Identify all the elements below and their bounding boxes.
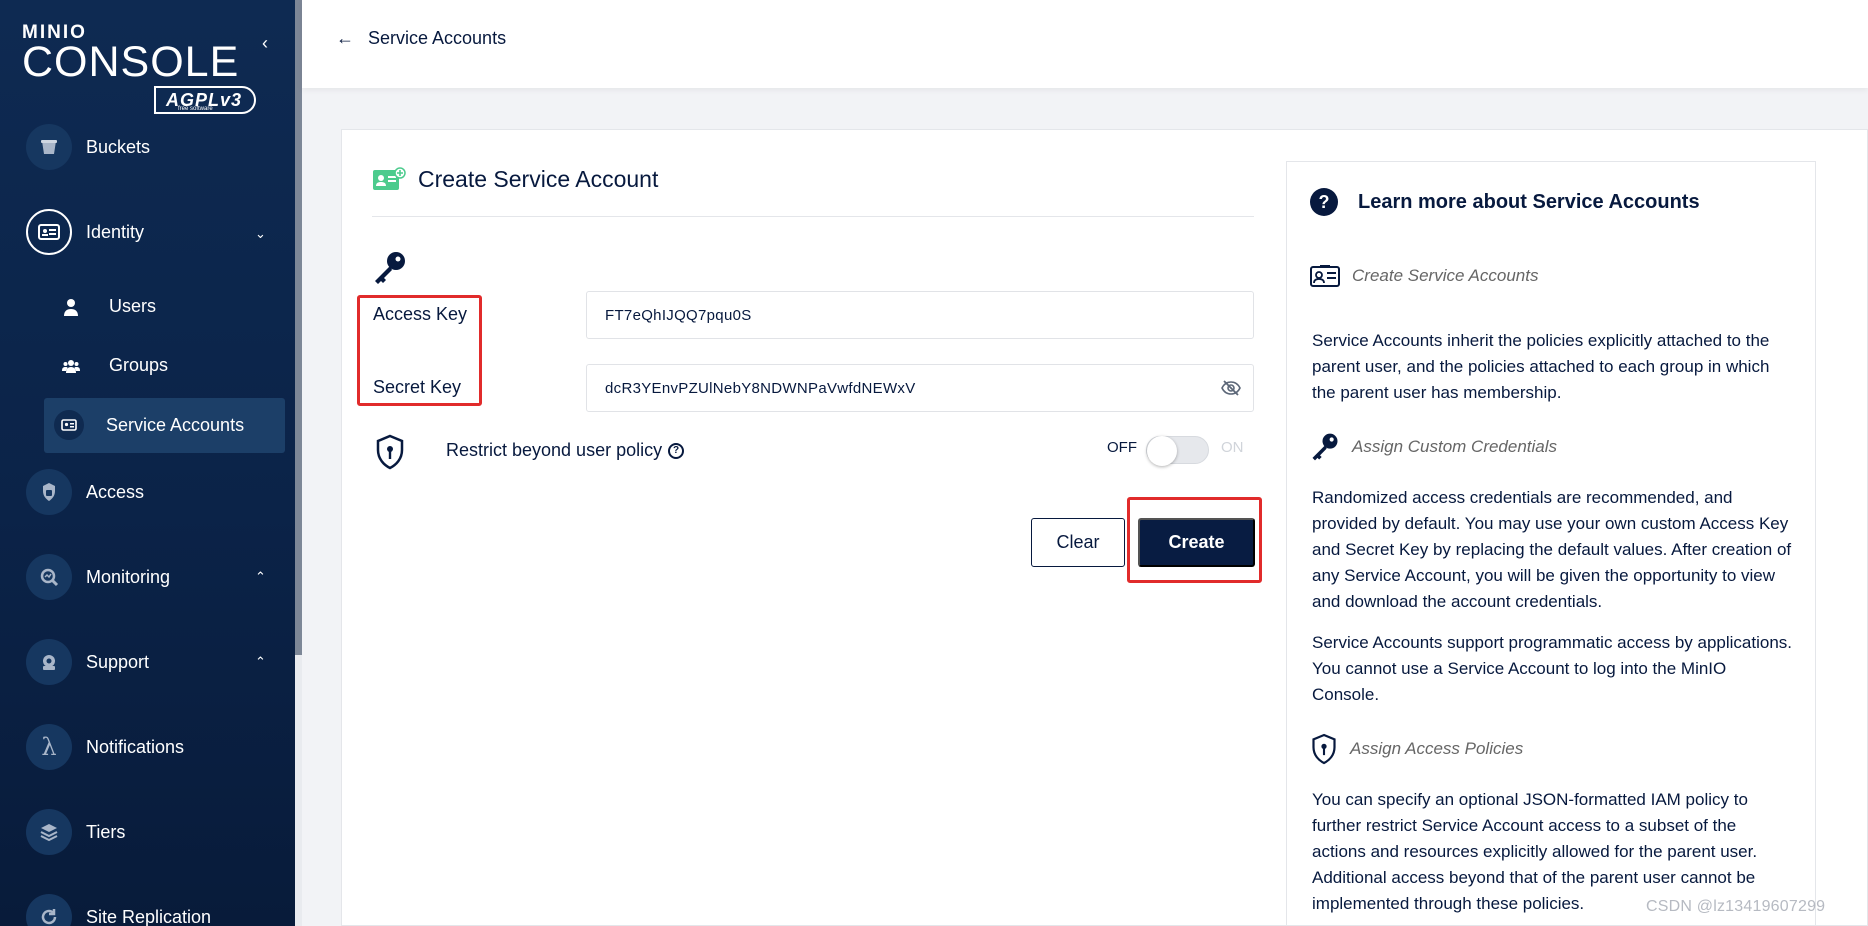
shield-icon bbox=[1312, 733, 1336, 765]
sidebar-item-tiers[interactable]: Tiers bbox=[26, 809, 125, 855]
secret-key-label: Secret Key bbox=[373, 377, 462, 397]
help-heading-text: Assign Access Policies bbox=[1350, 739, 1524, 758]
sidebar-item-label: Support bbox=[86, 651, 150, 672]
arrow-left-icon: ← bbox=[336, 28, 354, 48]
chevron-down-icon[interactable]: ⌄ bbox=[255, 226, 266, 242]
sidebar-item-label: Users bbox=[109, 296, 157, 316]
monitoring-icon bbox=[26, 554, 72, 600]
sidebar-scrollbar-track bbox=[295, 655, 302, 926]
sidebar-item-buckets[interactable]: Buckets bbox=[26, 124, 150, 170]
replication-icon bbox=[26, 894, 72, 926]
key-icon bbox=[372, 250, 408, 291]
sidebar-item-service-accounts[interactable]: Service Accounts bbox=[54, 410, 245, 440]
create-button[interactable]: Create bbox=[1138, 518, 1255, 567]
chevron-up-icon[interactable]: ⌃ bbox=[255, 654, 266, 670]
access-key-label: Access Key bbox=[373, 304, 468, 324]
back-to-service-accounts-link[interactable]: ← Service Accounts bbox=[336, 28, 506, 49]
page-title: Create Service Account bbox=[372, 166, 658, 193]
toggle-on-label: ON bbox=[1221, 439, 1244, 456]
clear-button[interactable]: Clear bbox=[1031, 518, 1125, 567]
question-icon: ? bbox=[1310, 188, 1338, 216]
identity-card-icon bbox=[26, 209, 72, 255]
sidebar-item-monitoring[interactable]: Monitoring bbox=[26, 554, 170, 600]
collapse-sidebar-button[interactable]: ‹ bbox=[256, 33, 274, 53]
service-account-add-icon bbox=[373, 166, 406, 190]
restrict-policy-text: Restrict beyond user policy bbox=[446, 440, 663, 460]
sidebar-item-label: Identity bbox=[86, 221, 145, 242]
minio-console-logo[interactable]: MINIO CONSOLE AGPLv3 free software bbox=[22, 23, 256, 114]
help-heading-policies: Assign Access Policies bbox=[1310, 733, 1523, 765]
sidebar-item-label: Monitoring bbox=[86, 566, 171, 587]
shield-icon bbox=[374, 434, 406, 470]
identity-card-icon bbox=[1310, 265, 1340, 287]
sidebar-item-notifications[interactable]: λ Notifications bbox=[26, 724, 184, 770]
support-icon bbox=[26, 639, 72, 685]
help-heading-text: Assign Custom Credentials bbox=[1352, 437, 1558, 456]
sidebar-item-label: Notifications bbox=[86, 736, 185, 757]
agpl-badge: AGPLv3 free software bbox=[154, 86, 256, 114]
sidebar-item-label: Groups bbox=[109, 355, 169, 375]
restrict-policy-toggle[interactable] bbox=[1146, 436, 1209, 466]
access-key-value: FT7eQhIJQQ7pqu0S bbox=[605, 306, 752, 324]
sidebar-item-label: Tiers bbox=[86, 821, 126, 842]
lock-icon bbox=[26, 469, 72, 515]
secret-key-input[interactable]: dcR3YEnvPZUlNebY8NDWNPaVwfdNEWxV bbox=[586, 364, 1254, 412]
back-link-label: Service Accounts bbox=[368, 28, 507, 48]
agpl-sub: free software bbox=[178, 106, 213, 112]
sidebar-item-groups[interactable]: Groups bbox=[60, 355, 168, 376]
help-heading-credentials: Assign Custom Credentials bbox=[1310, 432, 1557, 462]
sidebar-item-label: Service Accounts bbox=[106, 414, 245, 435]
help-paragraph: Randomized access credentials are recomm… bbox=[1312, 488, 1792, 611]
help-circle-icon[interactable]: ? bbox=[668, 442, 685, 459]
help-paragraph: Service Accounts support programmatic ac… bbox=[1312, 633, 1793, 704]
sidebar-item-label: Site Replication bbox=[86, 906, 212, 926]
sidebar-item-identity[interactable]: Identity bbox=[26, 209, 144, 255]
help-title: ? Learn more about Service Accounts bbox=[1310, 188, 1700, 216]
sidebar-item-label: Buckets bbox=[86, 136, 151, 157]
secret-key-value: dcR3YEnvPZUlNebY8NDWNPaVwfdNEWxV bbox=[605, 379, 916, 397]
bucket-icon bbox=[26, 124, 72, 170]
top-bar: ← Service Accounts bbox=[302, 0, 1868, 88]
help-paragraph: Service Accounts inherit the policies ex… bbox=[1312, 331, 1770, 402]
help-heading-create: Create Service Accounts bbox=[1310, 264, 1538, 288]
help-title-text: Learn more about Service Accounts bbox=[1358, 190, 1700, 213]
service-account-icon bbox=[54, 410, 84, 440]
eye-off-icon[interactable] bbox=[1221, 379, 1241, 401]
restrict-policy-label: Restrict beyond user policy ? bbox=[446, 440, 685, 461]
groups-icon bbox=[60, 359, 82, 373]
sidebar-item-support[interactable]: Support bbox=[26, 639, 149, 685]
logo-console: CONSOLE bbox=[22, 38, 240, 86]
lambda-icon: λ bbox=[26, 724, 72, 770]
sidebar-item-users[interactable]: Users bbox=[60, 296, 156, 317]
watermark: CSDN @lz13419607299 bbox=[1646, 898, 1826, 915]
user-icon bbox=[60, 298, 82, 316]
chevron-up-icon[interactable]: ⌃ bbox=[255, 569, 266, 585]
sidebar-scrollbar[interactable] bbox=[295, 0, 302, 655]
toggle-off-label: OFF bbox=[1107, 439, 1137, 456]
form-title-text: Create Service Account bbox=[418, 166, 659, 192]
access-key-input[interactable]: FT7eQhIJQQ7pqu0S bbox=[586, 291, 1254, 339]
sidebar-item-access[interactable]: Access bbox=[26, 469, 144, 515]
key-icon bbox=[1312, 433, 1338, 461]
help-heading-text: Create Service Accounts bbox=[1352, 266, 1539, 285]
layers-icon bbox=[26, 809, 72, 855]
toggle-knob bbox=[1147, 436, 1177, 466]
sidebar-item-label: Access bbox=[86, 481, 145, 502]
sidebar-item-site-replication[interactable]: Site Replication bbox=[26, 894, 211, 926]
divider bbox=[372, 216, 1254, 217]
sidebar: MINIO CONSOLE AGPLv3 free software ‹ Buc… bbox=[0, 0, 295, 926]
